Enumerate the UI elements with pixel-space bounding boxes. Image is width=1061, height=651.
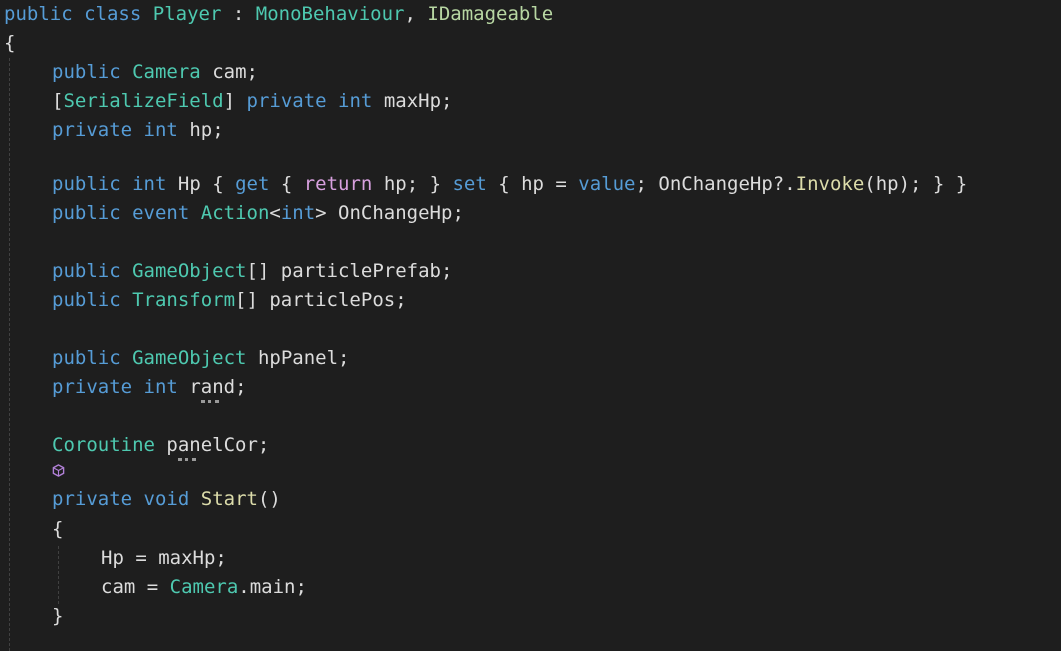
identifier: > OnChangeHp; <box>315 202 464 224</box>
identifier: hp; <box>189 119 224 141</box>
punctuation: () <box>257 488 281 510</box>
code-line-method-close: } <box>52 602 63 631</box>
identifier: hpPanel; <box>257 347 350 369</box>
code-editor[interactable]: public class Player : MonoBehaviour, IDa… <box>0 0 1061 651</box>
keyword: public <box>52 173 121 195</box>
punctuation: [ <box>52 90 64 112</box>
keyword: event <box>132 202 190 224</box>
keyword: int <box>132 173 167 195</box>
code-line-open-brace: { <box>4 29 15 58</box>
code-line-hp-property: public int Hp { get { return hp; } set {… <box>52 170 967 199</box>
code-line-hp-assign: Hp = maxHp; <box>101 544 227 573</box>
code-line-event: public event Action<int> OnChangeHp; <box>52 199 464 228</box>
keyword: private <box>52 119 133 141</box>
suggestion-squiggle[interactable] <box>201 397 219 403</box>
identifier: .main; <box>238 576 307 598</box>
code-line-hp-panel: public GameObject hpPanel; <box>52 344 349 373</box>
identifier: hp; } <box>372 173 453 195</box>
keyword: get <box>235 173 270 195</box>
interface-name: IDamageable <box>427 3 554 25</box>
brace: { <box>52 518 64 540</box>
method-name: Invoke <box>795 173 865 195</box>
brace: } <box>52 605 64 627</box>
unity-cube-icon <box>52 464 65 477</box>
punctuation: : <box>232 3 245 25</box>
identifier: panelCor; <box>166 434 270 456</box>
indent-guide-class <box>9 58 10 651</box>
statement: Hp = maxHp; <box>101 547 227 569</box>
identifier: rand; <box>189 376 247 398</box>
keyword: public <box>4 3 73 25</box>
control-keyword: return <box>303 173 373 195</box>
code-line-class-decl: public class Player : MonoBehaviour, IDa… <box>4 0 553 29</box>
code-line-hp-field: private int hp; <box>52 116 224 145</box>
type-name: Camera <box>132 61 201 83</box>
keyword: public <box>52 347 121 369</box>
class-name: Player <box>152 3 222 25</box>
keyword: int <box>143 119 178 141</box>
type-name: Coroutine <box>52 434 155 456</box>
identifier: ; OnChangeHp?. <box>635 173 796 195</box>
keyword: public <box>52 61 121 83</box>
code-line-method-open: { <box>52 515 63 544</box>
suggestion-squiggle[interactable] <box>178 455 196 461</box>
indent-guide-method <box>58 546 59 604</box>
type-name: GameObject <box>132 347 247 369</box>
attribute-name: SerializeField <box>63 90 224 112</box>
codelens-unity-message[interactable] <box>52 459 69 483</box>
code-line-particle-pos: public Transform[] particlePos; <box>52 286 407 315</box>
code-line-cam-assign: cam = Camera.main; <box>101 573 307 602</box>
code-line-cam-field: public Camera cam; <box>52 58 258 87</box>
type-name: GameObject <box>132 260 247 282</box>
code-line-panel-cor: Coroutine panelCor; <box>52 431 269 460</box>
punctuation: { <box>269 173 304 195</box>
code-line-start-method: private void Start() <box>52 485 281 514</box>
identifier: maxHp; <box>383 90 453 112</box>
type-name: Transform <box>132 289 236 311</box>
type-name: Action <box>200 202 270 224</box>
type-name: Camera <box>169 576 239 598</box>
identifier: [] particlePrefab; <box>246 260 453 282</box>
code-line-maxhp-field: [SerializeField] private int maxHp; <box>52 87 452 116</box>
method-name: Start <box>200 488 258 510</box>
keyword: private <box>52 488 133 510</box>
keyword: value <box>578 173 636 195</box>
identifier: cam = <box>101 576 170 598</box>
keyword: int <box>143 376 178 398</box>
punctuation: , <box>404 3 416 25</box>
brace: { <box>4 32 16 54</box>
keyword: int <box>280 202 316 224</box>
keyword: public <box>52 289 121 311</box>
keyword: class <box>84 3 142 25</box>
code-line-particle-prefab: public GameObject[] particlePrefab; <box>52 257 452 286</box>
punctuation: < <box>269 202 281 224</box>
identifier: (hp); } } <box>864 173 968 195</box>
identifier: { hp = <box>486 173 579 195</box>
identifier: [] particlePos; <box>235 289 407 311</box>
keyword: private <box>52 376 133 398</box>
keyword: public <box>52 202 121 224</box>
keyword: void <box>143 488 190 510</box>
keyword: public <box>52 260 121 282</box>
identifier: cam; <box>212 61 258 83</box>
keyword: set <box>452 173 487 195</box>
keyword: int <box>338 90 373 112</box>
identifier: Hp { <box>177 173 236 195</box>
keyword: private <box>246 90 327 112</box>
type-name: MonoBehaviour <box>255 3 405 25</box>
punctuation: ] <box>223 90 236 112</box>
